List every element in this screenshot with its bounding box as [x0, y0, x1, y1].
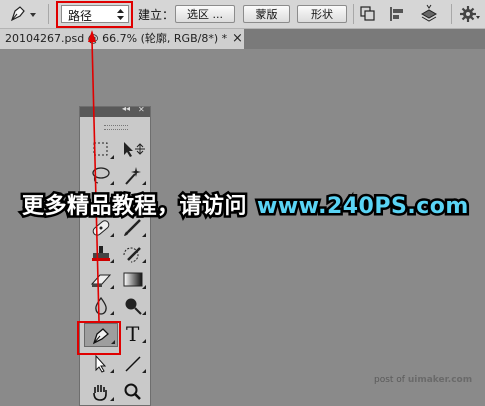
credit-prefix: post of — [374, 375, 408, 385]
credit-site: uimaker.com — [407, 375, 473, 385]
watermark-url: www.240PS.com — [255, 192, 471, 222]
watermark: 更多精品教程，请访问 www.240PS.com — [19, 188, 471, 222]
watermark-text: 更多精品教程，请访问 — [19, 192, 249, 222]
credit-text: post of uimaker.com — [374, 375, 472, 385]
